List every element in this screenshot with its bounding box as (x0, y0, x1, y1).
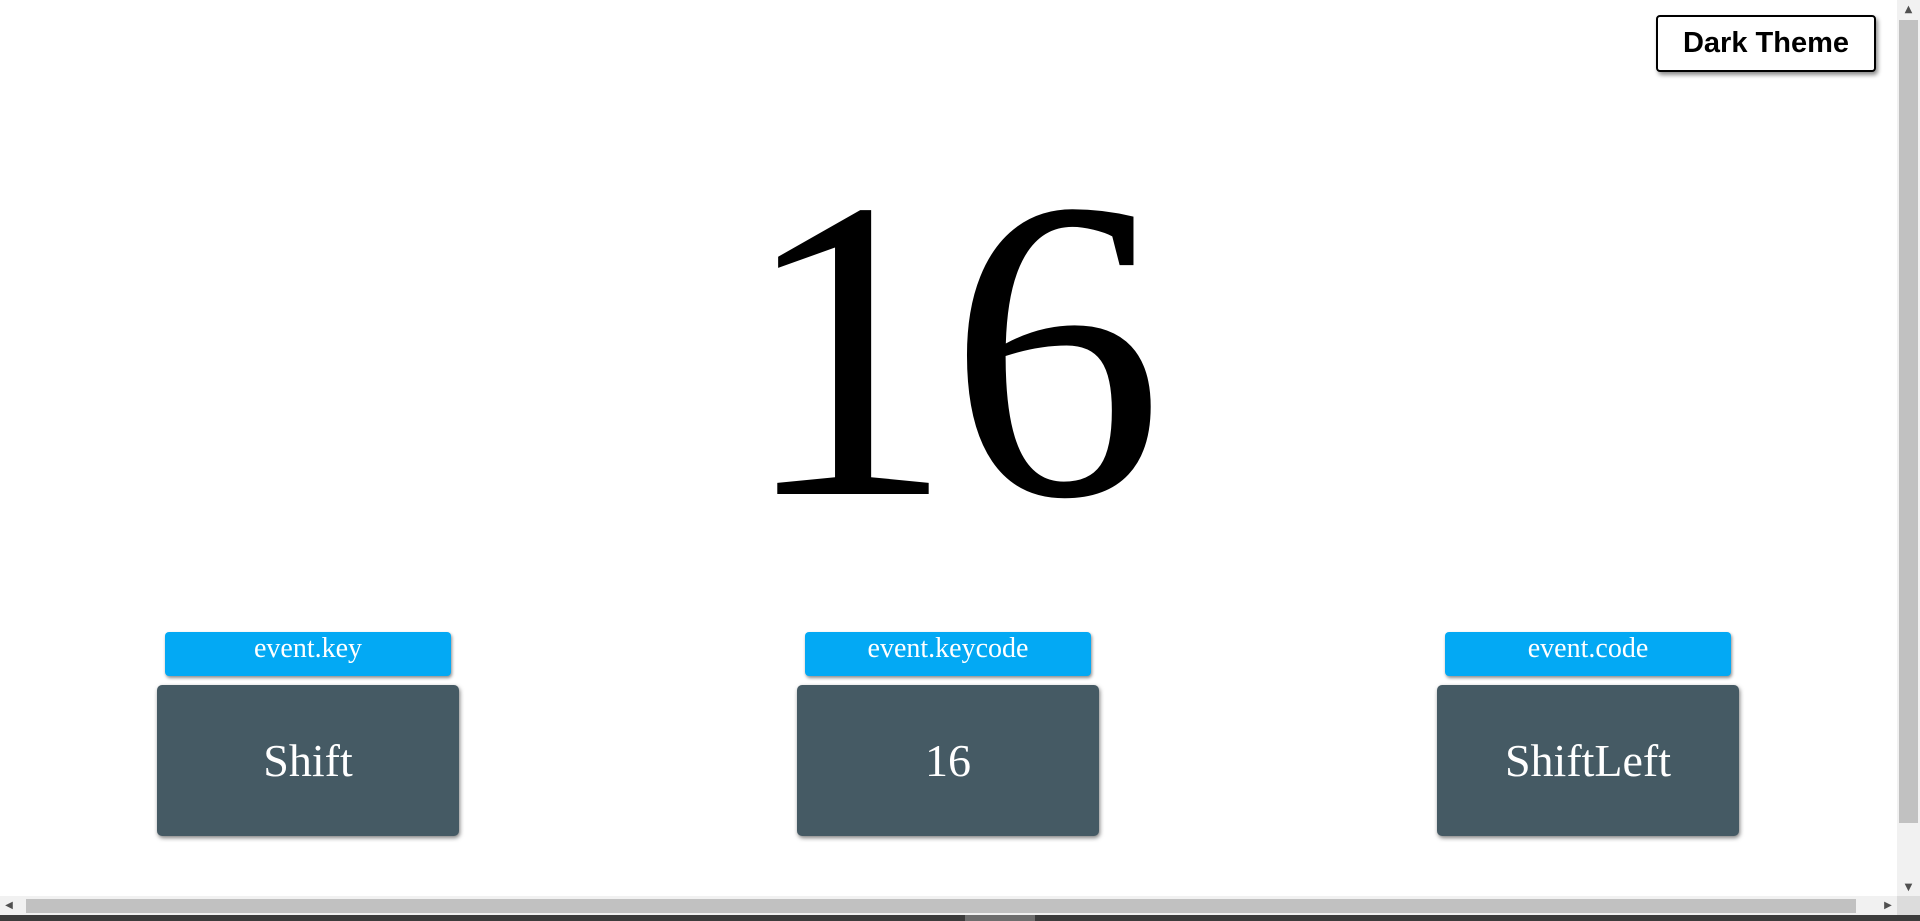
bottom-taskbar-strip (0, 915, 1920, 921)
event-keycode-label: event.keycode (805, 632, 1091, 676)
horizontal-scroll-thumb[interactable] (26, 899, 1856, 913)
scroll-right-arrow-icon[interactable]: ▶ (1879, 896, 1897, 915)
vertical-scrollbar[interactable]: ▲ ▼ (1897, 0, 1920, 896)
horizontal-scrollbar[interactable]: ◀ ▶ (0, 896, 1897, 915)
page: Dark Theme 16 event.key Shift event.keyc… (0, 0, 1920, 921)
taskbar-segment (965, 915, 1035, 921)
content-area: Dark Theme 16 event.key Shift event.keyc… (0, 0, 1897, 896)
dark-theme-button[interactable]: Dark Theme (1656, 15, 1876, 72)
event-keycode-value: 16 (797, 685, 1099, 836)
event-key-label: event.key (165, 632, 451, 676)
event-code-value: ShiftLeft (1437, 685, 1739, 836)
scrollbar-corner (1897, 896, 1920, 915)
vertical-scroll-thumb[interactable] (1899, 20, 1918, 823)
event-key-value: Shift (157, 685, 459, 836)
scroll-up-arrow-icon[interactable]: ▲ (1897, 0, 1920, 18)
keycode-display: 16 (739, 112, 1164, 588)
scroll-down-arrow-icon[interactable]: ▼ (1897, 878, 1920, 896)
scroll-left-arrow-icon[interactable]: ◀ (0, 896, 18, 915)
event-code-label: event.code (1445, 632, 1731, 676)
